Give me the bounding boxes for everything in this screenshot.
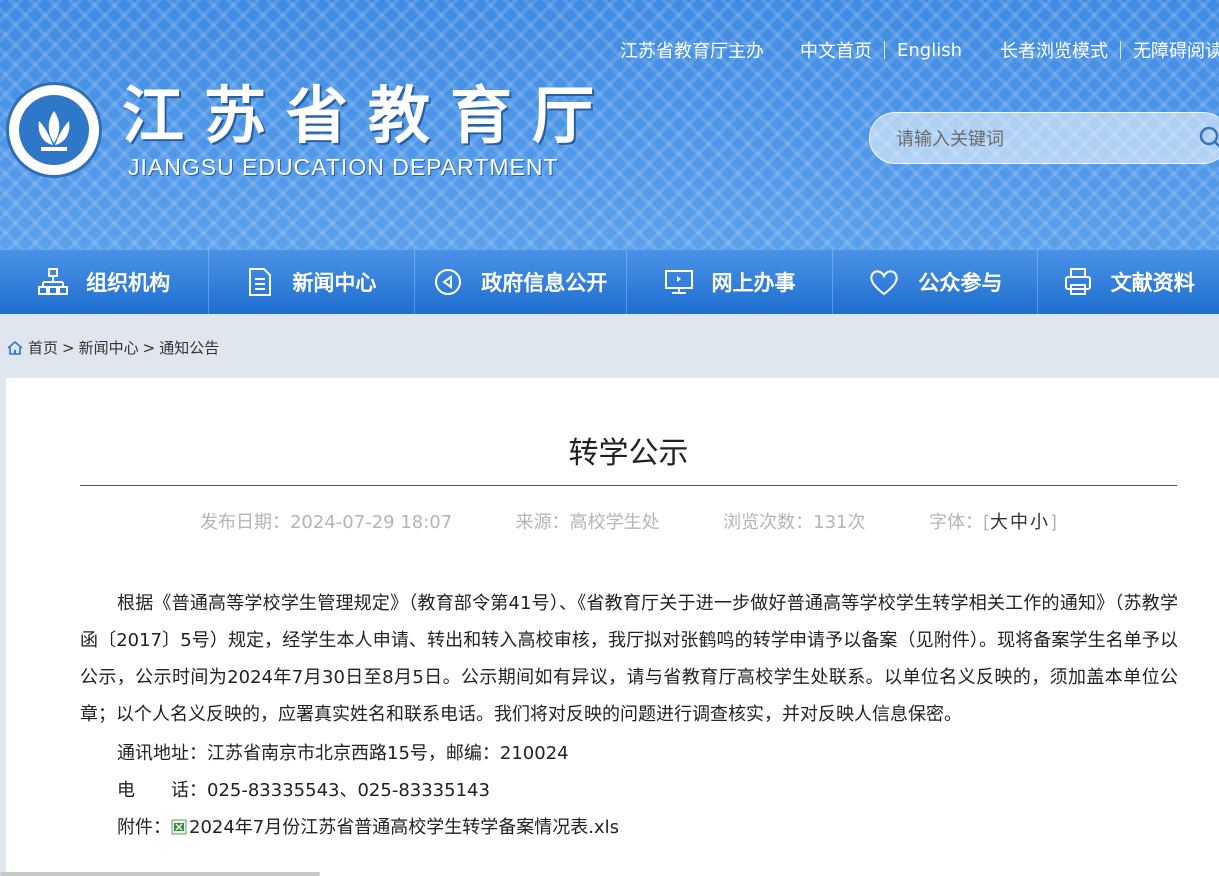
- font-bracket-open: [: [982, 512, 990, 533]
- divider: [884, 41, 885, 59]
- nav-label: 文献资料: [1110, 271, 1195, 295]
- nav-item-gov-info[interactable]: 政府信息公开: [415, 250, 627, 314]
- nav-label: 组织机构: [86, 271, 171, 295]
- site-logo[interactable]: [6, 82, 102, 178]
- home-icon: [7, 340, 23, 355]
- link-accessibility[interactable]: 无障碍阅读: [1133, 37, 1219, 63]
- views-label: 浏览次数：: [723, 512, 814, 533]
- source-value: 高校学生处: [569, 512, 660, 533]
- search-box: [869, 112, 1219, 164]
- breadcrumb-notices[interactable]: 通知公告: [159, 337, 219, 358]
- breadcrumb-home[interactable]: 首页: [28, 337, 58, 358]
- search-input[interactable]: [894, 123, 1178, 155]
- title-divider: [80, 485, 1177, 486]
- nav-label: 公众参与: [918, 271, 1003, 295]
- nav-item-news[interactable]: 新闻中心: [209, 250, 415, 314]
- site-subtitle: JIANGSU EDUCATION DEPARTMENT: [128, 154, 559, 180]
- nav-item-documents[interactable]: 文献资料: [1038, 250, 1219, 314]
- nav-item-online-services[interactable]: 网上办事: [627, 250, 834, 314]
- address-line: 通讯地址：江苏省南京市北京西路15号，邮编：210024: [117, 743, 569, 764]
- nav-label: 政府信息公开: [481, 271, 608, 295]
- host-text: 江苏省教育厅主办: [620, 41, 764, 62]
- font-bracket-close: ]: [1049, 512, 1058, 533]
- play-circle-icon: [435, 269, 462, 295]
- org-chart-icon: [38, 268, 69, 295]
- logo-flower-icon: [38, 111, 70, 151]
- attachment-label: 附件：: [117, 817, 171, 838]
- font-size-medium[interactable]: 中: [1010, 508, 1030, 534]
- breadcrumb-separator: >: [62, 338, 75, 357]
- breadcrumb-news[interactable]: 新闻中心: [79, 337, 139, 358]
- link-elder-mode[interactable]: 长者浏览模式: [1000, 37, 1108, 63]
- font-size-small[interactable]: 小: [1030, 508, 1050, 534]
- source-label: 来源：: [515, 512, 570, 533]
- top-links: 江苏省教育厅主办 中文首页 English 长者浏览模式 无障碍阅读: [620, 37, 1219, 63]
- nav-item-organization[interactable]: 组织机构: [0, 250, 210, 314]
- publish-date: 2024-07-29 18:07: [289, 512, 453, 533]
- nav-label: 网上办事: [711, 271, 796, 295]
- nav-item-public-participation[interactable]: 公众参与: [833, 250, 1039, 314]
- site-title: 江苏省教育厅: [122, 79, 615, 152]
- document-icon: [249, 268, 272, 296]
- excel-file-icon: [171, 819, 187, 835]
- attachment-line: 附件： 2024年7月份江苏省普通高校学生转学备案情况表.xls: [117, 813, 619, 839]
- article-body: 根据《普通高等学校学生管理规定》（教育部令第41号）、《省教育厅关于进一步做好普…: [80, 593, 1178, 725]
- attachment-link[interactable]: 2024年7月份江苏省普通高校学生转学备案情况表.xls: [189, 817, 619, 838]
- article-meta: 发布日期：2024-07-29 18:07 来源：高校学生处 浏览次数：131次…: [0, 508, 1219, 534]
- article-title: 转学公示: [568, 436, 689, 471]
- printer-icon: [1064, 268, 1091, 295]
- font-size-large[interactable]: 大: [990, 508, 1010, 534]
- search-icon[interactable]: [1198, 125, 1219, 151]
- nav-label: 新闻中心: [292, 271, 377, 295]
- heart-icon: [870, 270, 898, 296]
- divider: [1120, 41, 1121, 59]
- horizontal-scrollbar[interactable]: [0, 872, 320, 876]
- views-count: 131次: [813, 512, 866, 533]
- date-label: 发布日期：: [199, 512, 290, 533]
- main-nav: 组织机构 新闻中心 政府信息公开 网上办事 公众参与 文献资料: [0, 250, 1219, 314]
- font-label: 字体：: [928, 512, 983, 533]
- phone-line: 电 话：025-83335543、025-83335143: [117, 780, 490, 801]
- link-chinese-home[interactable]: 中文首页: [800, 37, 872, 63]
- monitor-icon: [664, 270, 693, 294]
- breadcrumb: 首页 > 新闻中心 > 通知公告: [6, 337, 219, 358]
- breadcrumb-separator: >: [142, 338, 156, 357]
- link-english[interactable]: English: [897, 40, 962, 61]
